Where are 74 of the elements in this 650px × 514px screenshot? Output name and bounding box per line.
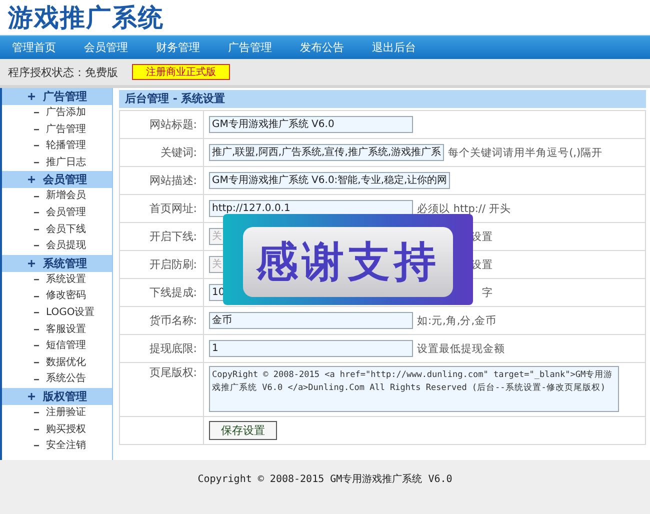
field-label: 网站标题: xyxy=(149,118,197,130)
dash-icon xyxy=(34,162,39,164)
sidebar-item[interactable]: 数据优化 xyxy=(46,354,86,372)
field-hint: 如:元,角,分,金币 xyxy=(417,314,497,328)
dash-icon xyxy=(34,279,39,282)
dash-icon xyxy=(34,328,39,331)
field-label: 页尾版权: xyxy=(149,366,197,379)
dash-icon xyxy=(34,245,39,248)
dash-icon xyxy=(34,362,39,364)
dash-icon xyxy=(34,312,39,314)
dash-icon xyxy=(34,378,39,381)
popup-text: 感谢支持 xyxy=(256,236,440,288)
field-hint: 每个关键词请用半角逗号(,)隔开 xyxy=(448,146,603,160)
textarea-field[interactable]: CopyRight © 2008-2015 <a href="http://www.dunling.com" target="_blank">GM专用游戏推广系统 V6.0 </a>Dunling.Com All Rights Reserved (后台--系统设置-修改页尾版权) xyxy=(209,366,619,412)
register-button[interactable]: 注册商业正式版 xyxy=(132,64,230,80)
dash-icon xyxy=(34,228,39,231)
input-field[interactable]: GM专用游戏推广系统 V6.0 xyxy=(209,116,413,133)
dash-icon xyxy=(34,145,39,148)
panel-title: 后台管理 - 系统设置 xyxy=(119,90,646,108)
plus-icon xyxy=(28,260,35,267)
dash-icon xyxy=(34,112,39,114)
field-label: 网站描述: xyxy=(149,174,197,186)
nav-link[interactable]: 广告管理 xyxy=(228,40,272,55)
dash-icon xyxy=(34,412,39,414)
nav-link[interactable]: 会员管理 xyxy=(84,40,128,55)
field-hint: 字 xyxy=(482,286,493,300)
sidebar-item[interactable]: 系统公告 xyxy=(46,371,86,388)
sidebar-item[interactable]: 轮播管理 xyxy=(46,138,86,155)
sidebar-item[interactable]: 购买授权 xyxy=(46,422,86,438)
plus-icon xyxy=(28,93,35,100)
sidebar-item[interactable]: 广告添加 xyxy=(46,105,86,122)
dash-icon xyxy=(34,296,39,298)
sidebar-item[interactable]: 客服设置 xyxy=(46,322,86,338)
sidebar-item[interactable]: LOGO设置 xyxy=(46,304,95,322)
license-status: 程序授权状态：免费版 xyxy=(8,64,118,80)
logo-title: 游戏推广系统 xyxy=(8,2,164,34)
dash-icon xyxy=(34,445,39,448)
field-label: 开启防刷: xyxy=(149,258,197,270)
field-hint: 必须以 http:// 开头 xyxy=(417,202,511,216)
input-field[interactable]: 1 xyxy=(209,340,413,357)
field-label: 货币名称: xyxy=(149,314,197,326)
sidebar-item[interactable]: 修改密码 xyxy=(46,288,86,305)
nav-link[interactable]: 管理首页 xyxy=(12,40,56,55)
field-label: 关键词: xyxy=(160,146,197,158)
nav-link[interactable]: 发布公告 xyxy=(300,40,344,55)
sidebar-item[interactable]: 广告管理 xyxy=(46,122,86,138)
sidebar-item[interactable]: 新增会员 xyxy=(46,188,86,205)
field-label: 首页网址: xyxy=(149,202,197,214)
field-label: 下线提成: xyxy=(149,286,197,298)
sidebar-item[interactable]: 会员管理 xyxy=(46,204,86,222)
sidebar-item[interactable]: 注册验证 xyxy=(46,404,86,422)
nav-link[interactable]: 财务管理 xyxy=(156,40,200,55)
sidebar-item[interactable]: 系统设置 xyxy=(46,272,86,288)
dash-icon xyxy=(34,428,39,431)
sidebar-item[interactable]: 推广日志 xyxy=(46,154,86,172)
dash-icon xyxy=(34,196,39,198)
plus-icon xyxy=(28,392,35,400)
sidebar-item[interactable]: 安全注销 xyxy=(46,438,86,455)
input-field[interactable]: 金币 xyxy=(209,312,413,329)
plus-icon xyxy=(28,176,35,184)
input-field[interactable]: 推广,联盟,阿西,广告系统,宣传,推广系统,游戏推广系 xyxy=(209,144,444,161)
field-label: 开启下线: xyxy=(149,230,197,242)
save-button[interactable]: 保存设置 xyxy=(209,421,277,440)
field-hint: 设置最低提现金额 xyxy=(417,342,505,356)
input-field[interactable]: GM专用游戏推广系统 V6.0:智能,专业,稳定,让你的网 xyxy=(209,172,450,189)
dash-icon xyxy=(34,212,39,214)
sidebar-item[interactable]: 短信管理 xyxy=(46,338,86,355)
dash-icon xyxy=(34,128,39,131)
sidebar-item[interactable]: 会员提现 xyxy=(46,238,86,255)
dash-icon xyxy=(34,345,39,348)
sidebar-item[interactable]: 会员下线 xyxy=(46,222,86,238)
footer-copyright: Copyright © 2008-2015 GM专用游戏推广系统 V6.0 xyxy=(198,472,452,487)
field-label: 提现底限: xyxy=(149,342,197,354)
nav-link[interactable]: 退出后台 xyxy=(372,40,416,55)
